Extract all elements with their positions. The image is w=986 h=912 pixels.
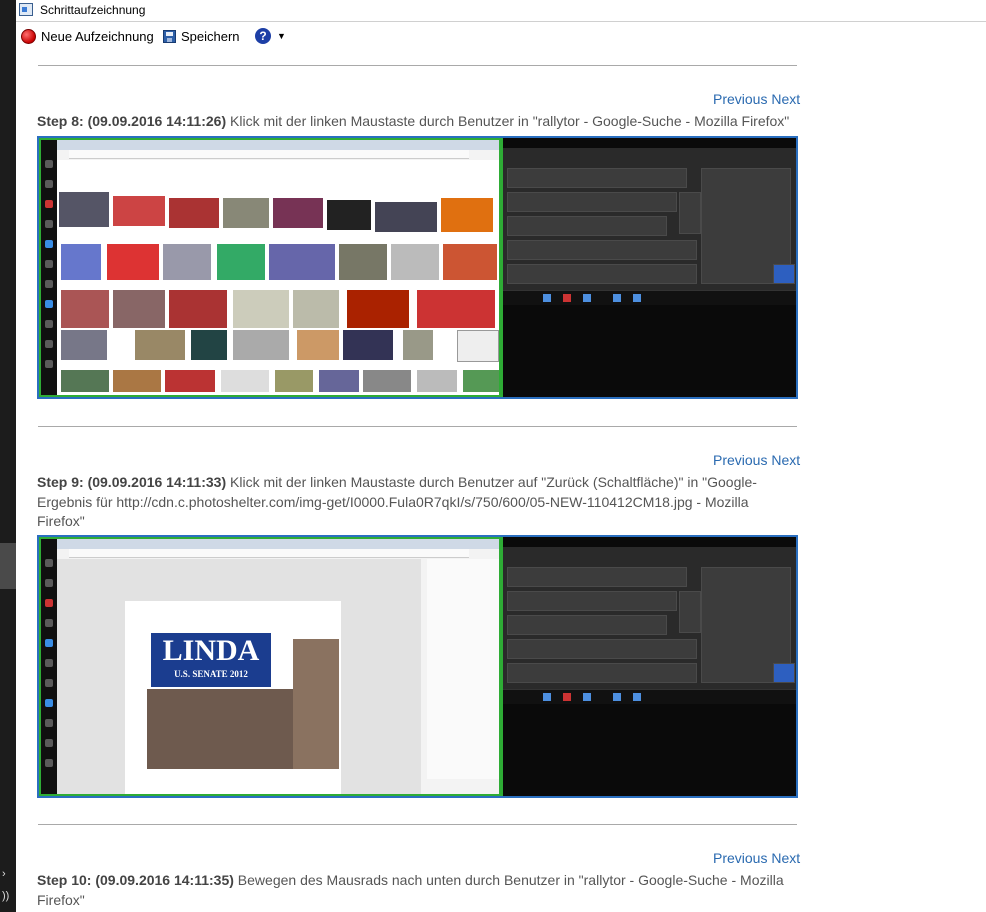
separator: [38, 426, 797, 427]
screenshot-onscreen-keyboard: [503, 148, 796, 298]
new-recording-label: Neue Aufzeichnung: [41, 29, 154, 44]
previous-link[interactable]: Previous: [713, 452, 767, 468]
chevron-right-icon: ›: [2, 868, 6, 880]
screenshot-browser: LINDA U.S. SENATE 2012: [57, 539, 499, 794]
screenshot-windows-taskbar: [503, 689, 796, 704]
app-icon: [19, 3, 33, 16]
step-text: Klick mit der linken Maustaste durch Ben…: [226, 113, 790, 129]
step-heading: Step 9: (09.09.2016 14:11:33): [37, 474, 227, 490]
screenshot-browser: [57, 140, 499, 395]
next-link[interactable]: Next: [771, 452, 800, 468]
title-bar: Schrittaufzeichnung: [16, 0, 986, 22]
desktop-edge: › )): [0, 0, 16, 912]
screenshot-windows-taskbar: [503, 290, 796, 305]
desktop-highlight: [0, 543, 16, 589]
step-nav: Previous Next: [713, 91, 800, 107]
step-description: Step 8: (09.09.2016 14:11:26) Klick mit …: [37, 112, 797, 132]
save-label: Speichern: [181, 29, 240, 44]
screenshot-taskbar: [41, 140, 57, 395]
step-heading: Step 10: (09.09.2016 14:11:35): [37, 872, 234, 888]
screenshot-monitor-left: [39, 138, 501, 397]
save-button[interactable]: Speichern: [163, 29, 240, 44]
help-icon: ?: [255, 28, 271, 44]
next-link[interactable]: Next: [771, 850, 800, 866]
step-screenshot[interactable]: LINDA U.S. SENATE 2012: [37, 535, 798, 798]
sign-title: LINDA: [162, 634, 260, 667]
step-description: Step 9: (09.09.2016 14:11:33) Klick mit …: [37, 473, 797, 532]
screenshot-monitor-right: [501, 537, 796, 796]
record-icon: [21, 29, 36, 44]
step-screenshot[interactable]: [37, 136, 798, 399]
screenshot-onscreen-keyboard: [503, 547, 796, 697]
screenshot-sign: LINDA U.S. SENATE 2012: [151, 633, 271, 687]
step-nav: Previous Next: [713, 452, 800, 468]
separator: [38, 65, 797, 66]
screenshot-monitor-left: LINDA U.S. SENATE 2012: [39, 537, 501, 796]
step-heading: Step 8: (09.09.2016 14:11:26): [37, 113, 227, 129]
speaker-icon: )): [2, 890, 10, 902]
save-icon: [163, 30, 176, 43]
toolbar: Neue Aufzeichnung Speichern ? ▼: [16, 23, 986, 53]
step-nav: Previous Next: [713, 850, 800, 866]
next-link[interactable]: Next: [771, 91, 800, 107]
previous-link[interactable]: Previous: [713, 850, 767, 866]
screenshot-taskbar: [41, 539, 57, 794]
step-description: Step 10: (09.09.2016 14:11:35) Bewegen d…: [37, 871, 797, 910]
sign-subtitle: U.S. SENATE 2012: [174, 669, 248, 679]
screenshot-monitor-right: [501, 138, 796, 397]
new-recording-button[interactable]: Neue Aufzeichnung: [21, 29, 154, 44]
window-title: Schrittaufzeichnung: [40, 3, 146, 17]
separator: [38, 824, 797, 825]
chevron-down-icon[interactable]: ▼: [277, 31, 286, 41]
help-button[interactable]: ? ▼: [255, 28, 286, 44]
previous-link[interactable]: Previous: [713, 91, 767, 107]
